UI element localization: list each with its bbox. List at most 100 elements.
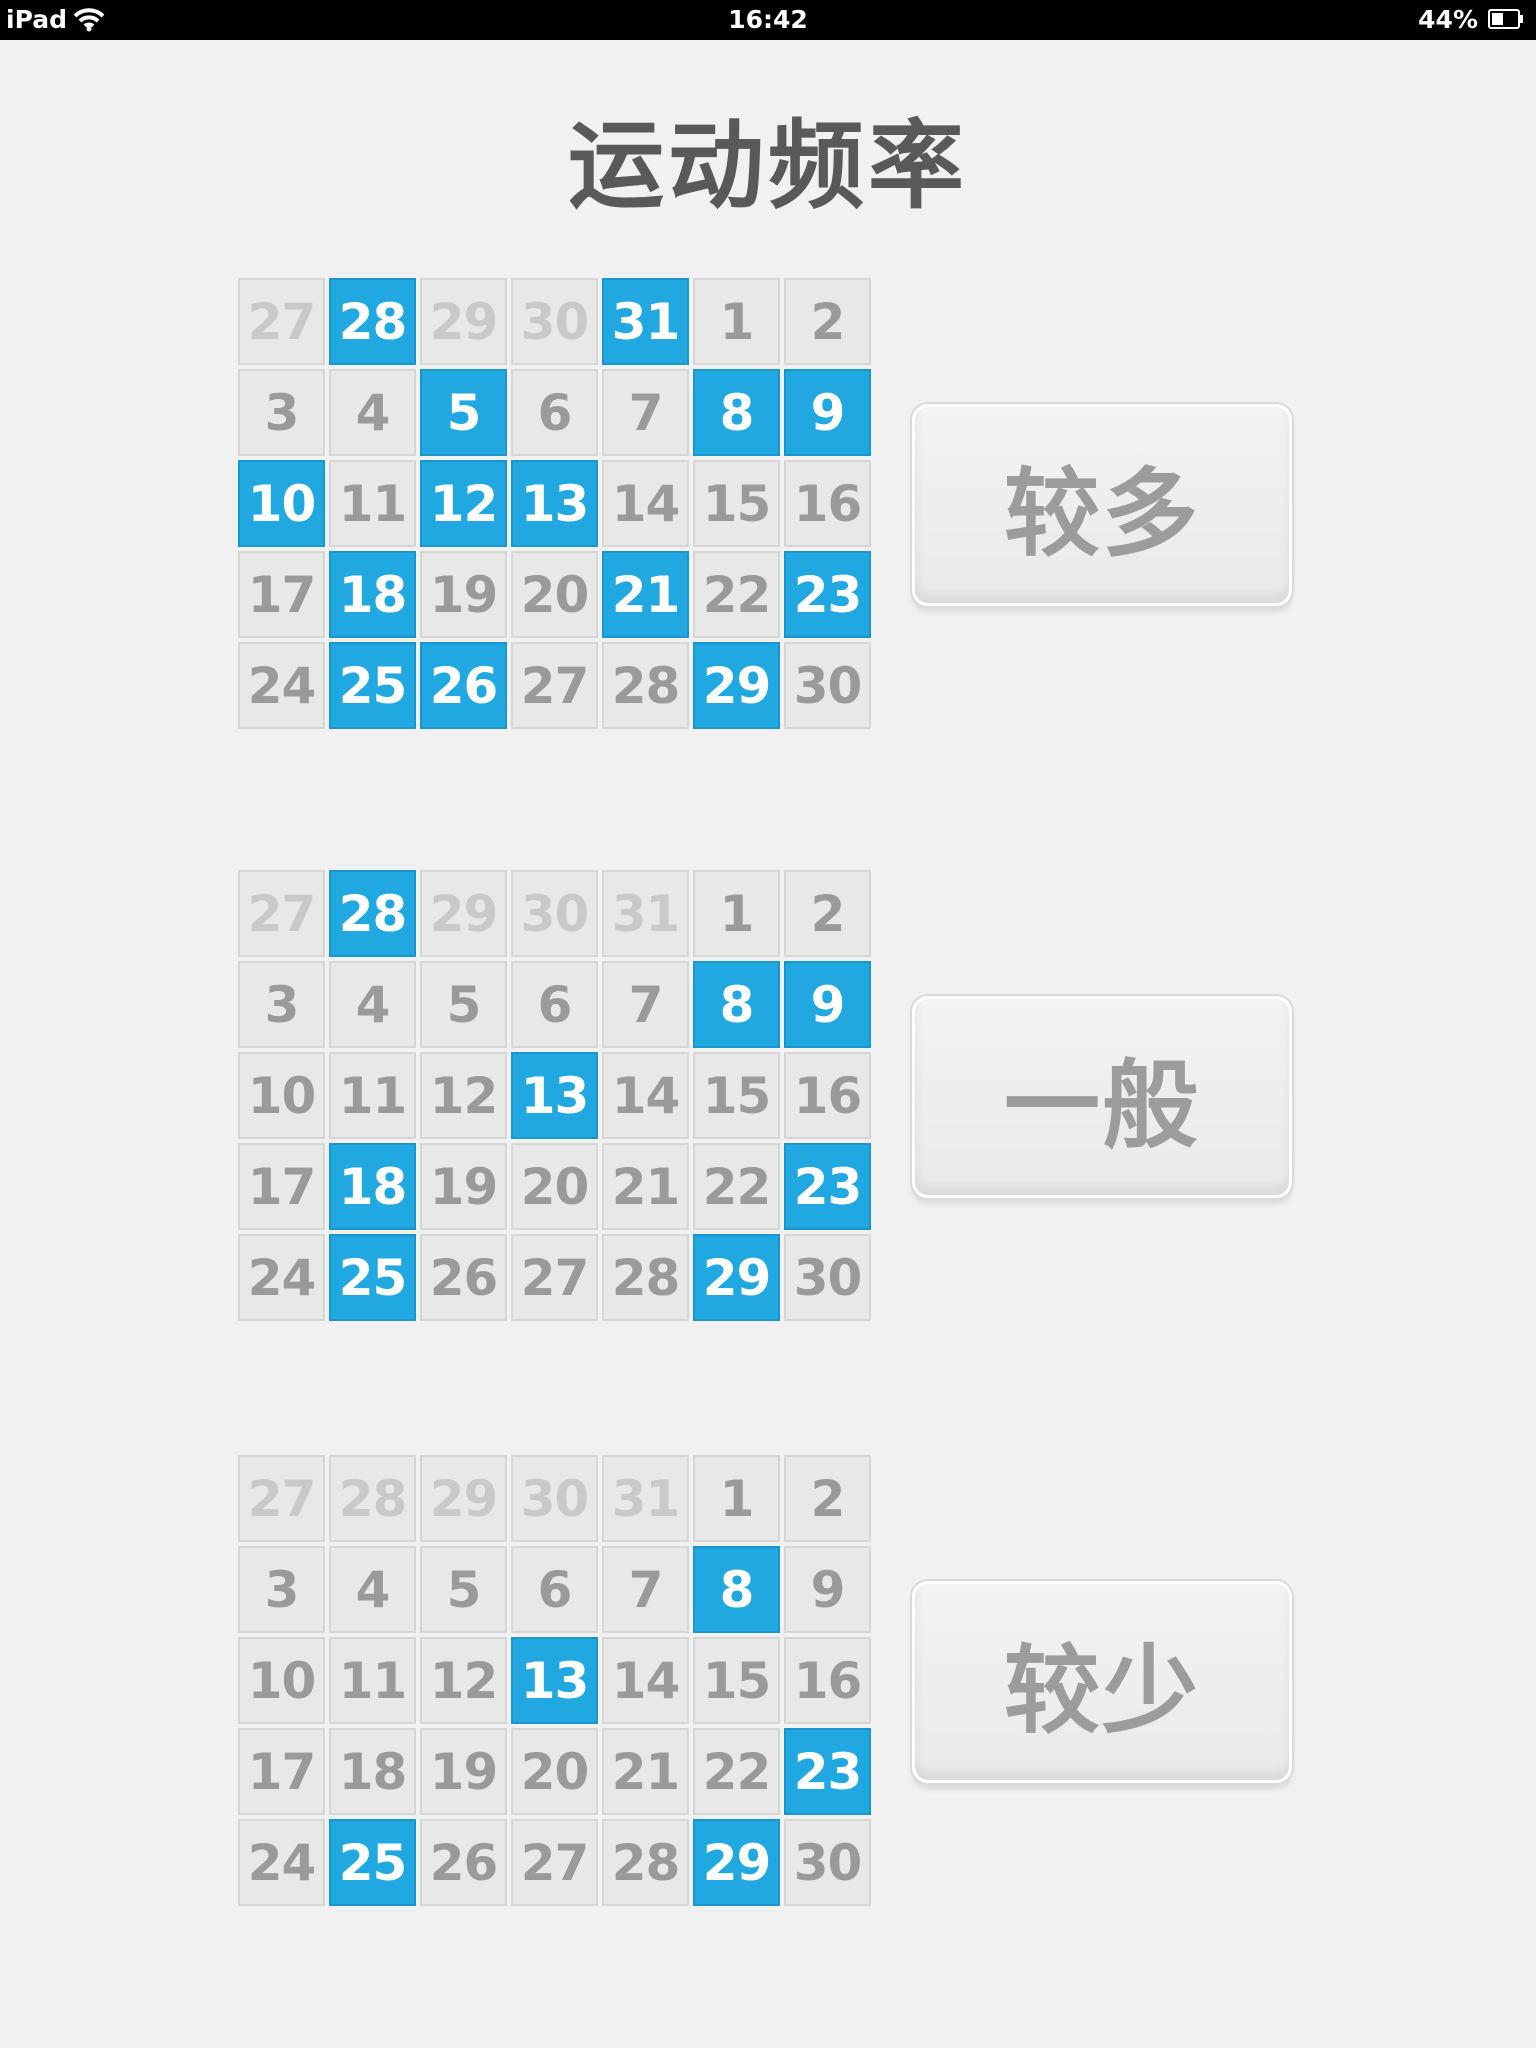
calendar-grid: 27 28 29 30 31 1 2 3 4 5 6 7 8 9 10 11 12 13 14 15 16 17 18 19 2… — [238, 278, 871, 729]
calendar-day: 11 — [329, 1637, 416, 1724]
calendar-day: 12 — [420, 1052, 507, 1139]
calendar-day-active: 18 — [329, 1143, 416, 1230]
calendar-day-active: 8 — [693, 1546, 780, 1633]
calendar-day: 28 — [329, 1455, 416, 1542]
calendar-day-active: 25 — [329, 642, 416, 729]
calendar-day: 7 — [602, 961, 689, 1048]
calendar-day: 10 — [238, 1637, 325, 1724]
calendar-day-active: 23 — [784, 1143, 871, 1230]
calendar-day-active: 8 — [693, 369, 780, 456]
calendar-day: 29 — [420, 278, 507, 365]
calendar-day: 17 — [238, 1143, 325, 1230]
calendar-day-active: 31 — [602, 278, 689, 365]
calendar-day-active: 23 — [784, 551, 871, 638]
calendar-day: 1 — [693, 870, 780, 957]
calendar-day: 2 — [784, 278, 871, 365]
calendar-day-active: 8 — [693, 961, 780, 1048]
calendar-grid: 27 28 29 30 31 1 2 3 4 5 6 7 8 9 10 11 12 13 14 15 16 17 18 19 2… — [238, 870, 871, 1321]
calendar-day: 17 — [238, 551, 325, 638]
calendar-day: 17 — [238, 1728, 325, 1815]
calendar-day: 21 — [602, 1728, 689, 1815]
calendar-grid: 27 28 29 30 31 1 2 3 4 5 6 7 8 9 10 11 12 13 14 15 16 17 18 19 2… — [238, 1455, 871, 1906]
calendar-day-active: 9 — [784, 369, 871, 456]
page-title: 运动频率 — [568, 110, 968, 222]
calendar-day: 5 — [420, 1546, 507, 1633]
calendar-day: 27 — [511, 642, 598, 729]
calendar-day: 24 — [238, 1234, 325, 1321]
calendar-day-active: 18 — [329, 551, 416, 638]
status-bar: iPad 16:42 44% — [0, 0, 1536, 40]
calendar-rare: 27 28 29 30 31 1 2 3 4 5 6 7 8 9 10 11 12 13 14 15 16 17 18 19 2… — [238, 1455, 871, 1906]
calendar-day: 14 — [602, 1052, 689, 1139]
calendar-day-active: 13 — [511, 1637, 598, 1724]
calendar-day: 27 — [238, 1455, 325, 1542]
calendar-day-active: 13 — [511, 460, 598, 547]
calendar-day: 7 — [602, 1546, 689, 1633]
calendar-day: 11 — [329, 460, 416, 547]
calendar-day: 11 — [329, 1052, 416, 1139]
calendar-normal: 27 28 29 30 31 1 2 3 4 5 6 7 8 9 10 11 12 13 14 15 16 17 18 19 2… — [238, 870, 871, 1321]
calendar-day: 30 — [511, 1455, 598, 1542]
calendar-day: 10 — [238, 1052, 325, 1139]
calendar-day: 15 — [693, 1637, 780, 1724]
calendar-day: 19 — [420, 1728, 507, 1815]
calendar-day: 20 — [511, 551, 598, 638]
calendar-day: 6 — [511, 369, 598, 456]
calendar-day: 26 — [420, 1234, 507, 1321]
battery-icon — [1488, 9, 1523, 29]
calendar-day-active: 21 — [602, 551, 689, 638]
calendar-day: 9 — [784, 1546, 871, 1633]
calendar-frequent: 27 28 29 30 31 1 2 3 4 5 6 7 8 9 10 11 12 13 14 15 16 17 18 19 2… — [238, 278, 871, 729]
calendar-day: 27 — [238, 870, 325, 957]
calendar-day: 27 — [511, 1234, 598, 1321]
calendar-day: 4 — [329, 369, 416, 456]
calendar-day: 22 — [693, 1728, 780, 1815]
calendar-day: 16 — [784, 1052, 871, 1139]
calendar-day: 19 — [420, 551, 507, 638]
calendar-day: 16 — [784, 1637, 871, 1724]
calendar-day: 26 — [420, 1819, 507, 1906]
calendar-day: 29 — [420, 870, 507, 957]
calendar-day: 28 — [602, 1819, 689, 1906]
rare-button[interactable]: 较少 — [912, 1581, 1292, 1783]
calendar-day-active: 28 — [329, 278, 416, 365]
calendar-day: 24 — [238, 642, 325, 729]
calendar-day: 28 — [602, 1234, 689, 1321]
calendar-day: 3 — [238, 961, 325, 1048]
calendar-day: 20 — [511, 1728, 598, 1815]
battery-percent: 44% — [1418, 5, 1478, 34]
calendar-day: 30 — [784, 642, 871, 729]
calendar-day: 12 — [420, 1637, 507, 1724]
calendar-day: 7 — [602, 369, 689, 456]
calendar-day-active: 10 — [238, 460, 325, 547]
calendar-day-active: 28 — [329, 870, 416, 957]
calendar-day-active: 13 — [511, 1052, 598, 1139]
calendar-day: 14 — [602, 1637, 689, 1724]
calendar-day: 2 — [784, 870, 871, 957]
frequent-button[interactable]: 较多 — [912, 404, 1292, 606]
calendar-day: 1 — [693, 278, 780, 365]
calendar-day-active: 25 — [329, 1234, 416, 1321]
calendar-day: 4 — [329, 961, 416, 1048]
calendar-day-active: 23 — [784, 1728, 871, 1815]
calendar-day: 29 — [420, 1455, 507, 1542]
calendar-day: 30 — [784, 1819, 871, 1906]
calendar-day-active: 29 — [693, 1819, 780, 1906]
normal-button[interactable]: 一般 — [912, 996, 1292, 1198]
calendar-day: 22 — [693, 551, 780, 638]
calendar-day: 15 — [693, 1052, 780, 1139]
calendar-day: 28 — [602, 642, 689, 729]
calendar-day: 19 — [420, 1143, 507, 1230]
calendar-day: 27 — [238, 278, 325, 365]
calendar-day: 4 — [329, 1546, 416, 1633]
calendar-day: 6 — [511, 1546, 598, 1633]
calendar-day: 18 — [329, 1728, 416, 1815]
calendar-day-active: 29 — [693, 1234, 780, 1321]
calendar-day: 15 — [693, 460, 780, 547]
calendar-day-active: 25 — [329, 1819, 416, 1906]
calendar-day: 31 — [602, 1455, 689, 1542]
calendar-day: 3 — [238, 369, 325, 456]
calendar-day: 3 — [238, 1546, 325, 1633]
calendar-day: 2 — [784, 1455, 871, 1542]
calendar-day: 16 — [784, 460, 871, 547]
